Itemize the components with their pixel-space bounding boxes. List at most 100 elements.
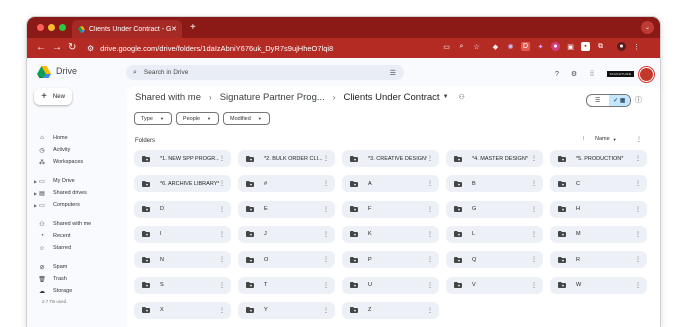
folder-item[interactable]: A ⋮ (342, 175, 439, 193)
sort-control[interactable]: ↑ Name ▼ (582, 136, 617, 142)
more-options-icon[interactable]: ⋮ (219, 307, 225, 314)
folder-item[interactable]: *1. NEW SPP PROGR... ⋮ (134, 150, 231, 167)
sidebar-item-storage[interactable]: ☁ Storage (38, 286, 72, 296)
folder-item[interactable]: # ⋮ (238, 175, 335, 193)
more-options-icon[interactable]: ⋮ (323, 206, 329, 213)
more-options-icon[interactable]: ⋮ (427, 180, 433, 187)
folder-item[interactable]: W ⋮ (550, 276, 647, 294)
folder-item[interactable]: P ⋮ (342, 251, 439, 269)
more-options-icon[interactable]: ⋮ (219, 256, 225, 263)
breadcrumb-shared-with-me[interactable]: Shared with me (135, 92, 201, 103)
sidebar-item-workspaces[interactable]: ⁂ Workspaces (38, 157, 83, 167)
folder-item[interactable]: *3. CREATIVE DESIGN* ⋮ (342, 150, 439, 167)
folder-item[interactable]: K ⋮ (342, 225, 439, 243)
bookmark-star-icon[interactable]: ☆ (472, 42, 481, 51)
more-options-icon[interactable]: ⋮ (531, 231, 537, 238)
forward-icon[interactable]: → (52, 42, 62, 54)
sidebar-item-activity[interactable]: ◷ Activity (38, 145, 70, 155)
folder-item[interactable]: E ⋮ (238, 200, 335, 218)
more-options-icon[interactable]: ⋮ (219, 282, 225, 289)
folder-item[interactable]: Q ⋮ (446, 251, 543, 269)
more-options-icon[interactable]: ⋮ (427, 231, 433, 238)
back-icon[interactable]: ← (36, 42, 46, 54)
site-settings-icon[interactable]: ⚙ (87, 44, 94, 53)
folder-item[interactable]: T ⋮ (238, 276, 335, 294)
more-options-icon[interactable]: ⋮ (531, 180, 537, 187)
browser-tab[interactable]: Clients Under Contract - Goo ✕ (72, 20, 182, 38)
breadcrumb-current-folder[interactable]: Clients Under Contract (343, 92, 439, 103)
more-options-icon[interactable]: ⋮ (323, 282, 329, 289)
extension-sparkle-icon[interactable]: ✦ (536, 42, 545, 51)
help-icon[interactable]: ? (552, 69, 562, 79)
sidebar-item-spam[interactable]: ⊘ Spam (38, 262, 67, 272)
more-options-icon[interactable]: ⋮ (219, 206, 225, 213)
tab-search-icon[interactable]: ⌄ (641, 21, 654, 34)
info-icon[interactable]: ⓘ (634, 95, 643, 104)
search-options-icon[interactable]: ☰ (390, 69, 396, 77)
sidebar-item-shared-with-me[interactable]: ⚇ Shared with me (38, 219, 91, 229)
more-options-icon[interactable]: ⋮ (635, 282, 641, 289)
list-view-icon[interactable]: ☰ (587, 95, 609, 106)
sidebar-item-starred[interactable]: ☆ Starred (38, 243, 71, 253)
extension-record-icon[interactable]: ● (551, 42, 560, 51)
grid-view-icon[interactable]: ✓ ▦ (608, 95, 630, 106)
expand-caret-icon[interactable]: ▶ (34, 203, 37, 208)
extension-d-icon[interactable]: D (521, 42, 530, 51)
avatar[interactable] (639, 67, 654, 82)
extension-drive-icon[interactable]: ◆ (491, 42, 500, 51)
folder-item[interactable]: H ⋮ (550, 200, 647, 218)
new-tab-icon[interactable]: + (190, 22, 196, 33)
more-options-icon[interactable]: ⋮ (531, 256, 537, 263)
filter-modified[interactable]: Modified ▼ (223, 112, 270, 125)
profile-icon[interactable]: ● (617, 42, 626, 51)
more-options-icon[interactable]: ⋮ (427, 206, 433, 213)
folder-item[interactable]: *6. ARCHIVE LIBRARY* ⋮ (134, 175, 231, 193)
more-options-icon[interactable]: ⋮ (531, 206, 537, 213)
shared-people-icon[interactable]: ⚇ (459, 93, 465, 101)
more-options-icon[interactable]: ⋮ (531, 155, 537, 162)
more-options-icon[interactable]: ⋮ (323, 256, 329, 263)
more-options-icon[interactable]: ⋮ (323, 180, 329, 187)
more-options-icon[interactable]: ⋮ (427, 282, 433, 289)
filter-people[interactable]: People ▼ (175, 112, 220, 125)
more-options-icon[interactable]: ⋮ (323, 155, 329, 162)
breadcrumb-signature-partner[interactable]: Signature Partner Prog... (220, 92, 325, 103)
more-options-icon[interactable]: ⋮ (427, 256, 433, 263)
more-options-icon[interactable]: ⋮ (219, 231, 225, 238)
folder-item[interactable]: *4. MASTER DESIGN* ⋮ (446, 150, 543, 167)
folder-item[interactable]: S ⋮ (134, 276, 231, 294)
tab-close-icon[interactable]: ✕ (171, 25, 177, 33)
more-options-icon[interactable]: ⋮ (635, 231, 641, 238)
extensions-puzzle-icon[interactable]: ⧉ (596, 42, 605, 51)
folder-item[interactable]: Z ⋮ (342, 301, 439, 319)
cast-icon[interactable]: ▭ (442, 42, 451, 51)
folder-item[interactable]: B ⋮ (446, 175, 543, 193)
browser-menu-icon[interactable]: ⋮ (632, 42, 641, 51)
sidebar-item-trash[interactable]: 🗑 Trash (38, 274, 67, 284)
maximize-window-button[interactable] (59, 24, 66, 31)
folder-item[interactable]: F ⋮ (342, 200, 439, 218)
folder-item[interactable]: I ⋮ (134, 225, 231, 243)
more-options-icon[interactable]: ⋮ (219, 155, 225, 162)
expand-caret-icon[interactable]: ▶ (34, 191, 37, 196)
folder-item[interactable]: D ⋮ (134, 200, 231, 218)
sidebar-item-shared-drives[interactable]: ▶ ▤ Shared drives (34, 188, 87, 198)
filter-type[interactable]: Type ▼ (134, 112, 172, 125)
sidebar-item-my-drive[interactable]: ▶ ▭ My Drive (34, 176, 75, 186)
more-options-icon[interactable]: ⋮ (323, 307, 329, 314)
more-options-icon[interactable]: ⋮ (635, 256, 641, 263)
folder-item[interactable]: X ⋮ (134, 301, 231, 319)
more-options-icon[interactable]: ⋮ (636, 136, 642, 143)
apps-grid-icon[interactable]: ⁞⁞ (587, 69, 597, 79)
folder-item[interactable]: N ⋮ (134, 251, 231, 269)
folder-item[interactable]: M ⋮ (550, 225, 647, 243)
minimize-window-button[interactable] (48, 24, 55, 31)
settings-gear-icon[interactable]: ⚙ (569, 69, 579, 79)
folder-item[interactable]: C ⋮ (550, 175, 647, 193)
more-options-icon[interactable]: ⋮ (635, 155, 641, 162)
folder-item[interactable]: R ⋮ (550, 251, 647, 269)
sidebar-item-home[interactable]: ⌂ Home (38, 133, 67, 143)
folder-item[interactable]: V ⋮ (446, 276, 543, 294)
close-window-button[interactable] (37, 24, 44, 31)
more-options-icon[interactable]: ⋮ (323, 231, 329, 238)
